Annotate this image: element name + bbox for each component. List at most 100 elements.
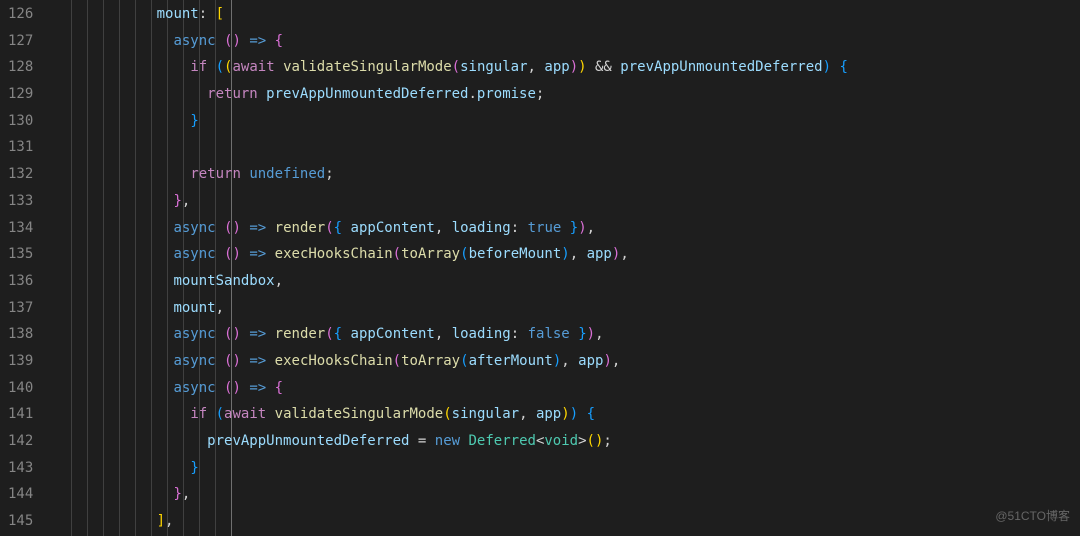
code-line[interactable]: async () => execHooksChain(toArray(after… xyxy=(52,348,1080,375)
token-bracket-y: [ xyxy=(216,6,224,22)
token-func: render xyxy=(275,220,326,236)
code-area[interactable]: mount: [ async () => { if ( ( await valida… xyxy=(52,0,1080,536)
line-number: 130 xyxy=(8,108,33,135)
token-var: promise xyxy=(477,86,536,102)
code-line[interactable]: return undefined; xyxy=(52,161,1080,188)
token-punct xyxy=(207,6,215,22)
line-number: 133 xyxy=(8,188,33,215)
token-punct xyxy=(258,86,266,102)
code-line[interactable]: prevAppUnmountedDeferred = new Deferred<… xyxy=(52,428,1080,455)
token-punct: , xyxy=(165,513,173,529)
token-punct: , xyxy=(275,273,283,289)
token-punct xyxy=(207,406,215,422)
code-line[interactable]: }, xyxy=(52,481,1080,508)
token-func: execHooksChain xyxy=(275,246,393,262)
token-punct: , xyxy=(519,406,536,422)
token-storage: async xyxy=(173,326,215,342)
token-var: afterMount xyxy=(469,353,553,369)
token-punct xyxy=(460,433,468,449)
line-number: 140 xyxy=(8,375,33,402)
code-editor[interactable]: 1261271281291301311321331341351361371381… xyxy=(0,0,1080,536)
token-bracket-p: ) xyxy=(232,246,240,262)
code-line[interactable]: }, xyxy=(52,188,1080,215)
token-punct: , xyxy=(216,300,224,316)
token-punct xyxy=(216,33,224,49)
token-keyword: await xyxy=(232,59,274,75)
line-number: 143 xyxy=(8,455,33,482)
line-number: 128 xyxy=(8,54,33,81)
token-bracket-p: { xyxy=(275,380,283,396)
line-number: 127 xyxy=(8,28,33,55)
token-var: singular xyxy=(452,406,519,422)
watermark: @51CTO博客 xyxy=(995,503,1070,530)
token-keyword: if xyxy=(190,59,207,75)
token-op: && xyxy=(595,59,612,75)
code-line[interactable]: async () => { xyxy=(52,28,1080,55)
token-const: undefined xyxy=(249,166,325,182)
token-punct xyxy=(561,220,569,236)
token-punct: . xyxy=(468,86,476,102)
token-var: appContent xyxy=(351,220,435,236)
token-punct xyxy=(216,353,224,369)
token-storage: async xyxy=(173,220,215,236)
token-bracket-b: { xyxy=(839,59,847,75)
token-keyword: return xyxy=(190,166,241,182)
token-bracket-p: ) xyxy=(578,220,586,236)
code-line[interactable]: mount: [ xyxy=(52,1,1080,28)
token-punct: : xyxy=(511,326,519,342)
token-punct xyxy=(409,433,417,449)
token-punct xyxy=(578,406,586,422)
token-bracket-b: ( xyxy=(460,246,468,262)
token-punct: ; xyxy=(536,86,544,102)
code-line[interactable]: async () => render({ appContent, loading… xyxy=(52,215,1080,242)
code-line[interactable]: } xyxy=(52,108,1080,135)
token-bracket-p: ( xyxy=(325,326,333,342)
token-bracket-p: ) xyxy=(232,353,240,369)
token-punct: , xyxy=(620,246,628,262)
code-line[interactable] xyxy=(52,134,1080,161)
token-punct: ; xyxy=(603,433,611,449)
code-line[interactable]: async () => { xyxy=(52,375,1080,402)
code-line[interactable]: return prevAppUnmountedDeferred.promise; xyxy=(52,81,1080,108)
line-number: 139 xyxy=(8,348,33,375)
token-punct: : xyxy=(199,6,207,22)
code-line[interactable]: mountSandbox, xyxy=(52,268,1080,295)
line-number: 138 xyxy=(8,321,33,348)
token-punct xyxy=(426,433,434,449)
code-line[interactable]: mount, xyxy=(52,295,1080,322)
token-bracket-p: ) xyxy=(232,380,240,396)
line-number: 132 xyxy=(8,161,33,188)
token-func: toArray xyxy=(401,353,460,369)
token-const: true xyxy=(528,220,562,236)
code-line[interactable]: async () => execHooksChain(toArray(befor… xyxy=(52,241,1080,268)
token-storage: => xyxy=(249,33,266,49)
token-storage: async xyxy=(173,246,215,262)
token-punct xyxy=(266,406,274,422)
token-const: false xyxy=(528,326,570,342)
token-func: validateSingularMode xyxy=(283,59,452,75)
code-line[interactable]: if ((await validateSingularMode(singular… xyxy=(52,54,1080,81)
token-bracket-b: ( xyxy=(216,59,224,75)
token-bracket-b: } xyxy=(190,460,198,476)
token-type: Deferred xyxy=(469,433,536,449)
line-number: 136 xyxy=(8,268,33,295)
code-line[interactable]: if (await validateSingularMode(singular,… xyxy=(52,401,1080,428)
token-var: app xyxy=(587,246,612,262)
token-punct xyxy=(266,326,274,342)
token-punct: , xyxy=(182,193,190,209)
token-new: new xyxy=(435,433,460,449)
token-punct xyxy=(519,220,527,236)
token-bracket-b: } xyxy=(578,326,586,342)
token-bracket-b: { xyxy=(334,220,342,236)
code-line[interactable]: ], xyxy=(52,508,1080,535)
token-var: mount xyxy=(173,300,215,316)
line-number-gutter: 1261271281291301311321331341351361371381… xyxy=(0,0,52,536)
token-var: app xyxy=(578,353,603,369)
token-punct: , xyxy=(528,59,545,75)
code-line[interactable]: } xyxy=(52,455,1080,482)
token-bracket-y: ] xyxy=(157,513,165,529)
code-line[interactable]: async () => render({ appContent, loading… xyxy=(52,321,1080,348)
token-punct: , xyxy=(570,246,587,262)
token-bracket-p: ( xyxy=(393,353,401,369)
token-var: beforeMount xyxy=(469,246,562,262)
